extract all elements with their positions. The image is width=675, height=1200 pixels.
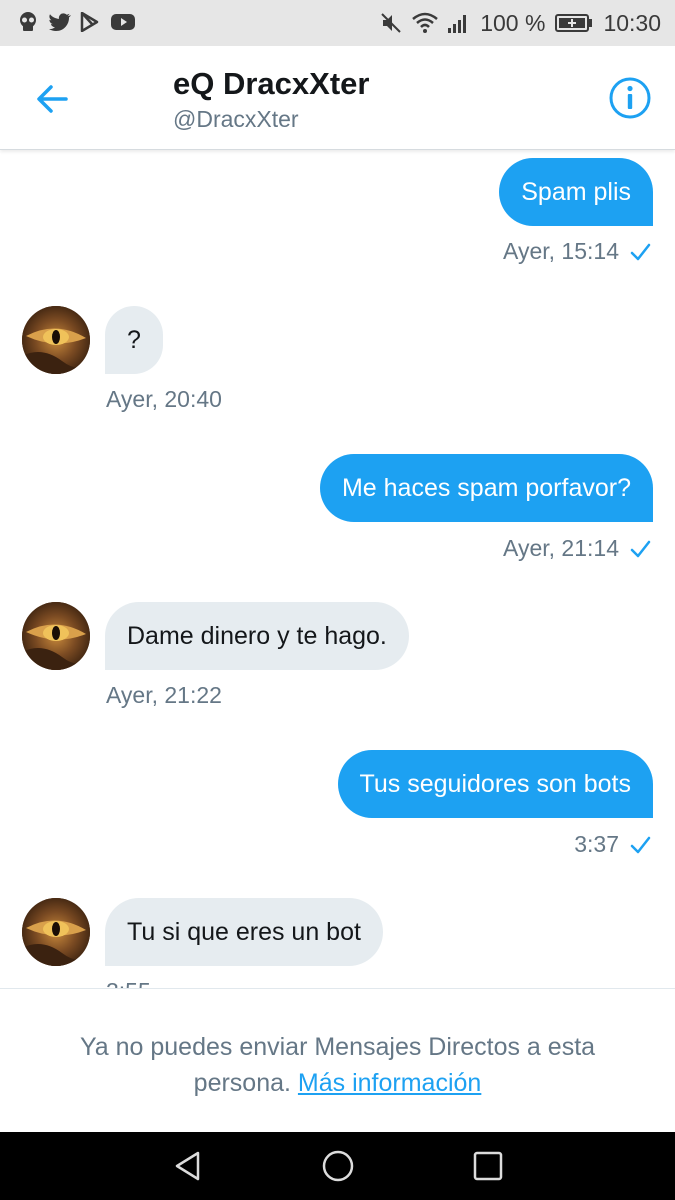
message-timestamp: Ayer, 21:22: [106, 682, 222, 708]
incoming-message[interactable]: Tu si que eres un bot: [105, 898, 383, 966]
outgoing-message[interactable]: Me haces spam porfavor?: [319, 454, 653, 522]
status-bar: 100 % 10:30: [0, 0, 675, 46]
message-timestamp: 3:37: [574, 831, 619, 857]
battery-percent: 100 %: [480, 9, 546, 36]
conversation-header: eQ DracxXter @DracxXter: [0, 46, 675, 150]
sent-check-icon: [630, 540, 651, 558]
mute-icon: [380, 12, 402, 34]
sent-check-icon: [630, 836, 651, 854]
message-text: Dame dinero y te hago.: [127, 622, 387, 650]
message-text: Tu si que eres un bot: [127, 918, 361, 946]
signal-icon: [448, 12, 470, 34]
message-timestamp: Ayer, 20:40: [106, 386, 222, 412]
skull-icon: [18, 12, 38, 32]
conversation-title[interactable]: eQ DracxXter: [173, 66, 369, 102]
outgoing-message[interactable]: Tus seguidores son bots: [337, 750, 653, 818]
message-text: Me haces spam porfavor?: [341, 474, 631, 502]
more-info-link[interactable]: Más información: [298, 1069, 481, 1097]
notification-icons: [18, 12, 135, 32]
wifi-icon: [412, 12, 439, 34]
conversation-handle[interactable]: @DracxXter: [173, 106, 299, 133]
outgoing-message[interactable]: Spam plis: [499, 158, 653, 226]
nav-recents-button[interactable]: [470, 1148, 506, 1184]
incoming-message[interactable]: ?: [105, 306, 163, 374]
nav-back-button[interactable]: [170, 1148, 206, 1184]
sent-check-icon: [630, 243, 651, 261]
youtube-icon: [111, 12, 135, 32]
play-store-icon: [80, 12, 100, 32]
arrow-left-icon: [37, 85, 68, 113]
twitter-bird-icon: [49, 12, 71, 32]
nav-home-button[interactable]: [320, 1148, 356, 1184]
message-text: Tus seguidores son bots: [359, 770, 631, 798]
message-text: Spam plis: [521, 178, 631, 206]
message-timestamp: Ayer, 15:14: [503, 238, 619, 264]
system-status: 100 % 10:30: [380, 8, 661, 38]
message-timestamp: 3:55: [106, 978, 151, 988]
avatar[interactable]: [22, 602, 90, 670]
message-list[interactable]: Spam plis Ayer, 15:14 ? Ayer, 20:40 Me h…: [0, 151, 675, 988]
info-button[interactable]: [608, 76, 652, 120]
avatar[interactable]: [22, 306, 90, 374]
incoming-message[interactable]: Dame dinero y te hago.: [105, 602, 409, 670]
notice-text: Ya no puedes enviar Mensajes Directos a …: [40, 1029, 635, 1101]
recents-square-icon: [473, 1151, 503, 1181]
battery-icon: [555, 13, 593, 33]
avatar[interactable]: [22, 898, 90, 966]
message-text: ?: [127, 326, 141, 354]
info-circle-icon: [609, 77, 651, 119]
home-circle-icon: [322, 1150, 354, 1182]
clock: 10:30: [603, 9, 661, 36]
back-triangle-icon: [175, 1151, 200, 1181]
back-button[interactable]: [30, 76, 76, 122]
message-timestamp: Ayer, 21:14: [503, 535, 619, 561]
dm-disabled-notice: Ya no puedes enviar Mensajes Directos a …: [0, 988, 675, 1132]
system-navigation-bar: [0, 1132, 675, 1200]
